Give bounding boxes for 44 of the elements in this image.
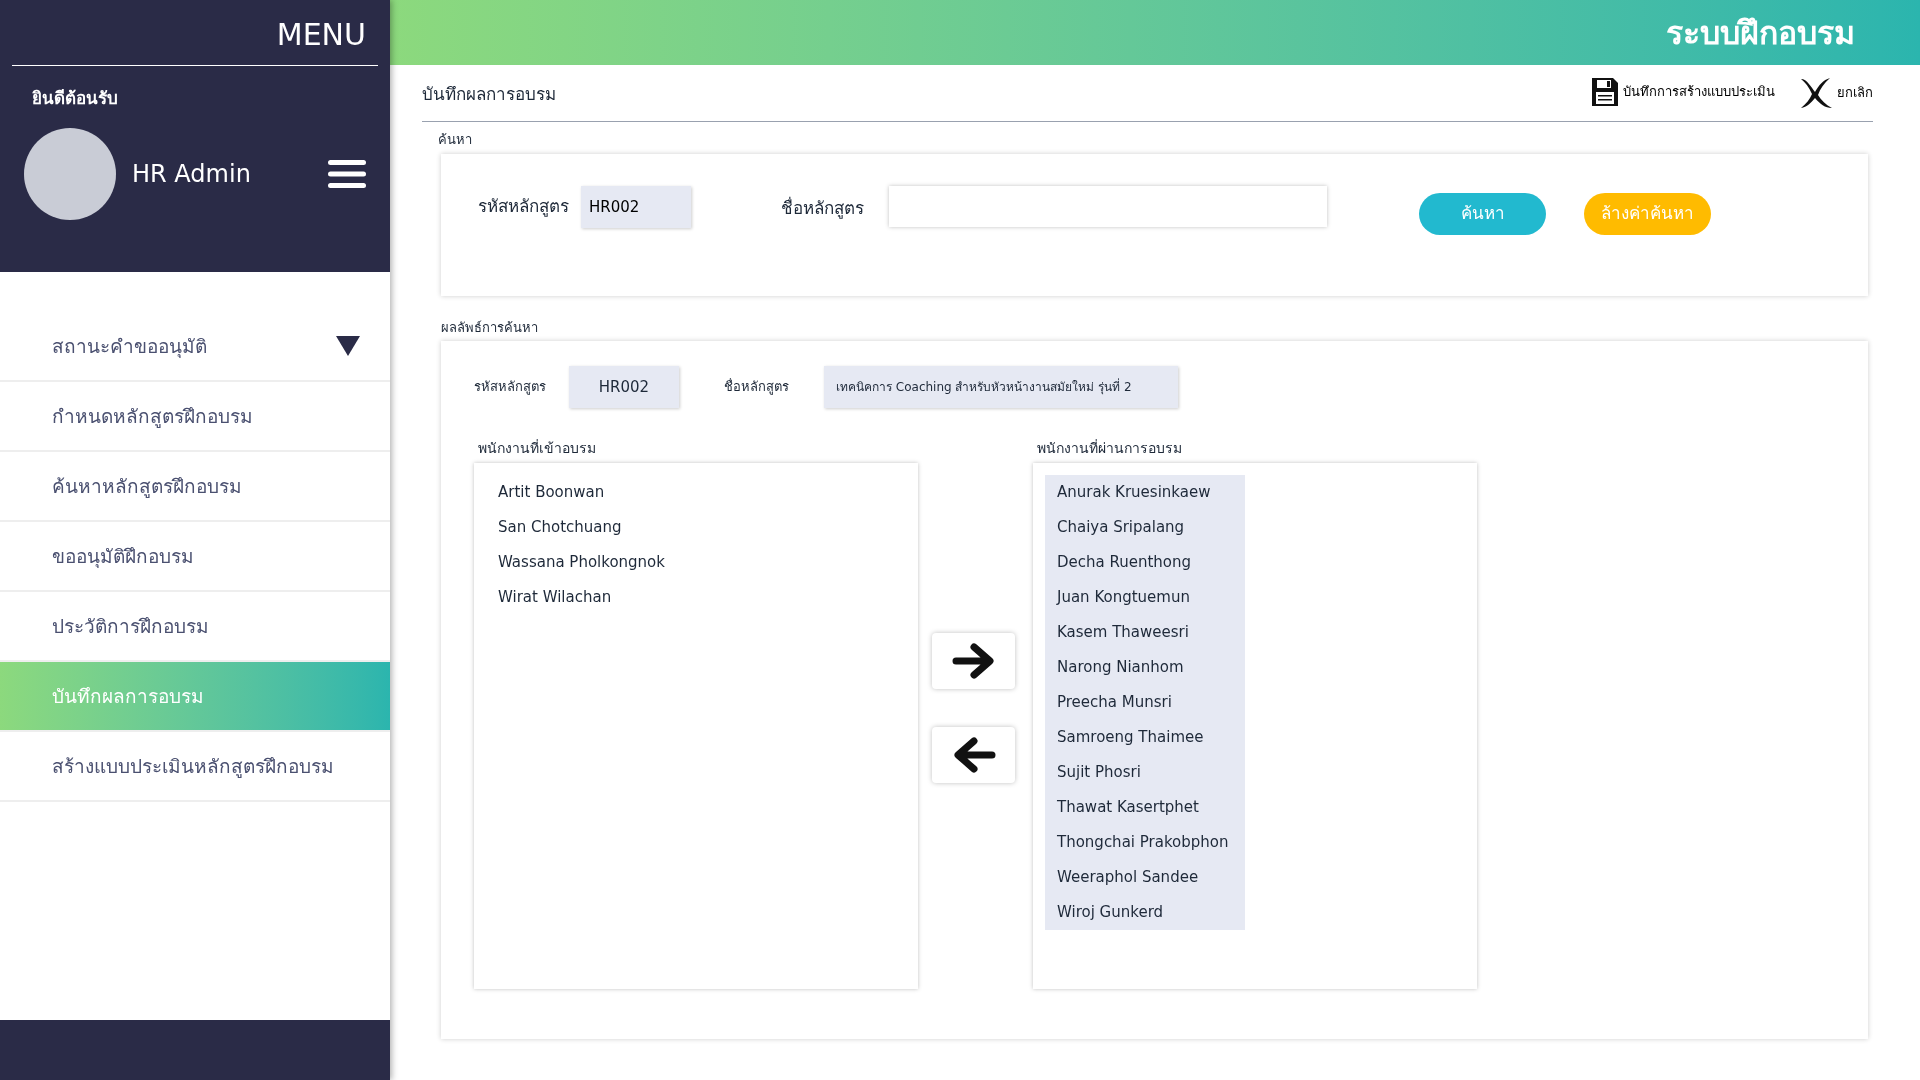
list-item[interactable]: Juan Kongtuemun bbox=[1045, 580, 1245, 615]
list-item[interactable]: Sujit Phosri bbox=[1045, 755, 1245, 790]
cancel-button[interactable]: ยกเลิก bbox=[1799, 77, 1873, 109]
list-label: พนักงานที่ผ่านการอบรม bbox=[1037, 438, 1183, 458]
list-item[interactable]: Anurak Kruesinkaew bbox=[1045, 475, 1245, 510]
list-item[interactable]: Thawat Kasertphet bbox=[1045, 790, 1245, 825]
move-left-button[interactable] bbox=[932, 727, 1015, 783]
sidebar-item[interactable]: ขออนุมัติฝึกอบรม bbox=[0, 522, 390, 592]
sidebar-item[interactable]: กำหนดหลักสูตรฝึกอบรม bbox=[0, 382, 390, 452]
section-label: ค้นหา bbox=[438, 131, 473, 149]
list-item[interactable]: Kasem Thaweesri bbox=[1045, 615, 1245, 650]
welcome-text: ยินดีต้อนรับ bbox=[32, 87, 119, 110]
field-label: รหัสหลักสูตร bbox=[474, 378, 546, 397]
list-item[interactable]: Chaiya Sripalang bbox=[1045, 510, 1245, 545]
arrow-right-icon bbox=[951, 642, 996, 680]
menu-icon[interactable] bbox=[328, 159, 366, 188]
field-label: รหัสหลักสูตร bbox=[478, 194, 569, 219]
list-item[interactable]: Decha Ruenthong bbox=[1045, 545, 1245, 580]
section-label: ผลลัพธ์การค้นหา bbox=[441, 318, 539, 337]
course-code-value: HR002 bbox=[569, 366, 679, 408]
menu-title: MENU bbox=[276, 16, 366, 54]
sidebar-item[interactable]: สถานะคำขออนุมัติ bbox=[0, 312, 390, 382]
sidebar-item[interactable]: สร้างแบบประเมินหลักสูตรฝึกอบรม bbox=[0, 732, 390, 802]
course-name-field[interactable] bbox=[889, 185, 1327, 227]
move-right-button[interactable] bbox=[932, 633, 1015, 689]
list-item[interactable]: Samroeng Thaimee bbox=[1045, 720, 1245, 755]
user-name: HR Admin bbox=[132, 158, 251, 190]
course-code-field[interactable]: HR002 bbox=[581, 185, 691, 228]
list-item[interactable]: Narong Nianhom bbox=[1045, 650, 1245, 685]
field-label: ชื่อหลักสูตร bbox=[724, 377, 789, 397]
course-name-value: เทคนิคการ Coaching สำหรับหัวหน้างานสมัยใหม่ รุ่นที่ 2 bbox=[824, 366, 1178, 408]
list-label: พนักงานที่เข้าอบรม bbox=[478, 438, 597, 458]
list-item[interactable]: Weeraphol Sandee bbox=[1045, 860, 1245, 895]
x-mark-icon bbox=[1799, 77, 1833, 109]
app-title: ระบบฝึกอบรม bbox=[1666, 12, 1855, 54]
field-label: ชื่อหลักสูตร bbox=[781, 195, 864, 221]
list-item[interactable]: Wiroj Gunkerd bbox=[1045, 895, 1245, 930]
save-button[interactable]: บันทึกการสร้างแบบประเมิน bbox=[1591, 77, 1775, 107]
sidebar-item[interactable]: ค้นหาหลักสูตรฝึกอบรม bbox=[0, 452, 390, 522]
arrow-left-icon bbox=[951, 736, 996, 774]
list-item[interactable]: Preecha Munsri bbox=[1045, 685, 1245, 720]
page-title: บันทึกผลการอบรม bbox=[422, 82, 556, 106]
caret-icon bbox=[336, 336, 360, 356]
list-item[interactable]: Thongchai Prakobphon bbox=[1045, 825, 1245, 860]
